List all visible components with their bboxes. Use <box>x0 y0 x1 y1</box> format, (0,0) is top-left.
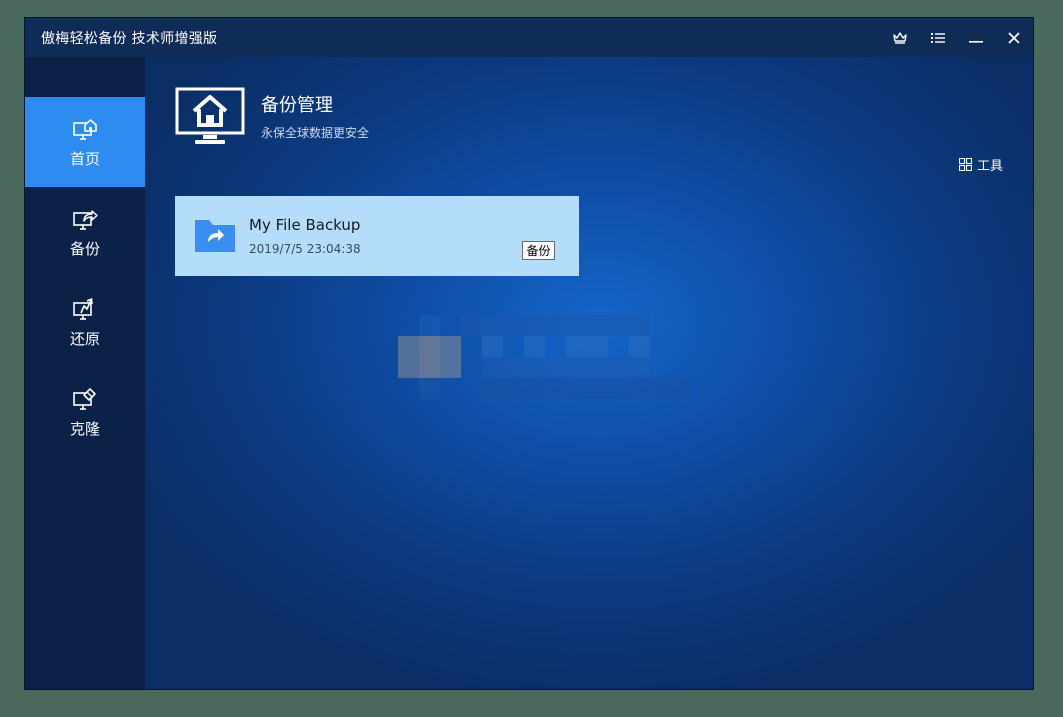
backup-monitor-icon <box>73 210 98 230</box>
main-panel: 备份管理 永保全球数据更安全 工具 My File Backup 2019/7/… <box>145 57 1033 689</box>
close-button[interactable] <box>995 18 1033 57</box>
app-window: 傲梅轻松备份 技术师增强版 首页 备份 还原 克隆 备份管理 永保全球数据更安全… <box>24 17 1034 690</box>
backup-task-name: My File Backup <box>249 216 361 234</box>
menu-button[interactable] <box>919 18 957 57</box>
sidebar: 首页 备份 还原 克隆 <box>25 57 145 689</box>
home-monitor-icon <box>175 87 245 144</box>
page-subtitle: 永保全球数据更安全 <box>261 126 370 140</box>
crown-icon <box>893 31 907 44</box>
sidebar-item-label: 还原 <box>69 330 100 348</box>
window-controls <box>881 18 1033 57</box>
page-title: 备份管理 <box>261 95 333 116</box>
sidebar-item-label: 备份 <box>69 240 100 258</box>
menu-icon <box>931 32 945 43</box>
sidebar-item-home[interactable]: 首页 <box>25 97 145 187</box>
backup-task-timestamp: 2019/7/5 23:04:38 <box>249 242 361 256</box>
restore-monitor-icon <box>73 298 93 320</box>
tools-label: 工具 <box>976 159 1003 174</box>
sidebar-item-clone[interactable]: 克隆 <box>25 367 145 457</box>
titlebar: 傲梅轻松备份 技术师增强版 <box>25 18 1033 57</box>
sidebar-item-label: 克隆 <box>69 420 100 438</box>
minimize-button[interactable] <box>957 18 995 57</box>
sidebar-item-label: 首页 <box>69 150 100 168</box>
app-title: 傲梅轻松备份 技术师增强版 <box>41 30 218 47</box>
home-monitor-icon <box>73 119 97 140</box>
sidebar-item-backup[interactable]: 备份 <box>25 187 145 277</box>
grid-icon <box>958 158 972 171</box>
backup-task-card[interactable]: My File Backup 2019/7/5 23:04:38 备份 <box>175 196 579 276</box>
tools-button[interactable]: 工具 <box>958 155 1003 174</box>
blurred-watermark <box>398 315 692 399</box>
run-backup-button[interactable]: 备份 <box>522 241 555 260</box>
close-icon <box>1008 31 1020 44</box>
sidebar-item-restore[interactable]: 还原 <box>25 277 145 367</box>
clone-monitor-icon <box>73 388 96 410</box>
minimize-icon <box>969 40 983 43</box>
folder-share-icon <box>195 220 235 252</box>
crown-button[interactable] <box>881 18 919 57</box>
